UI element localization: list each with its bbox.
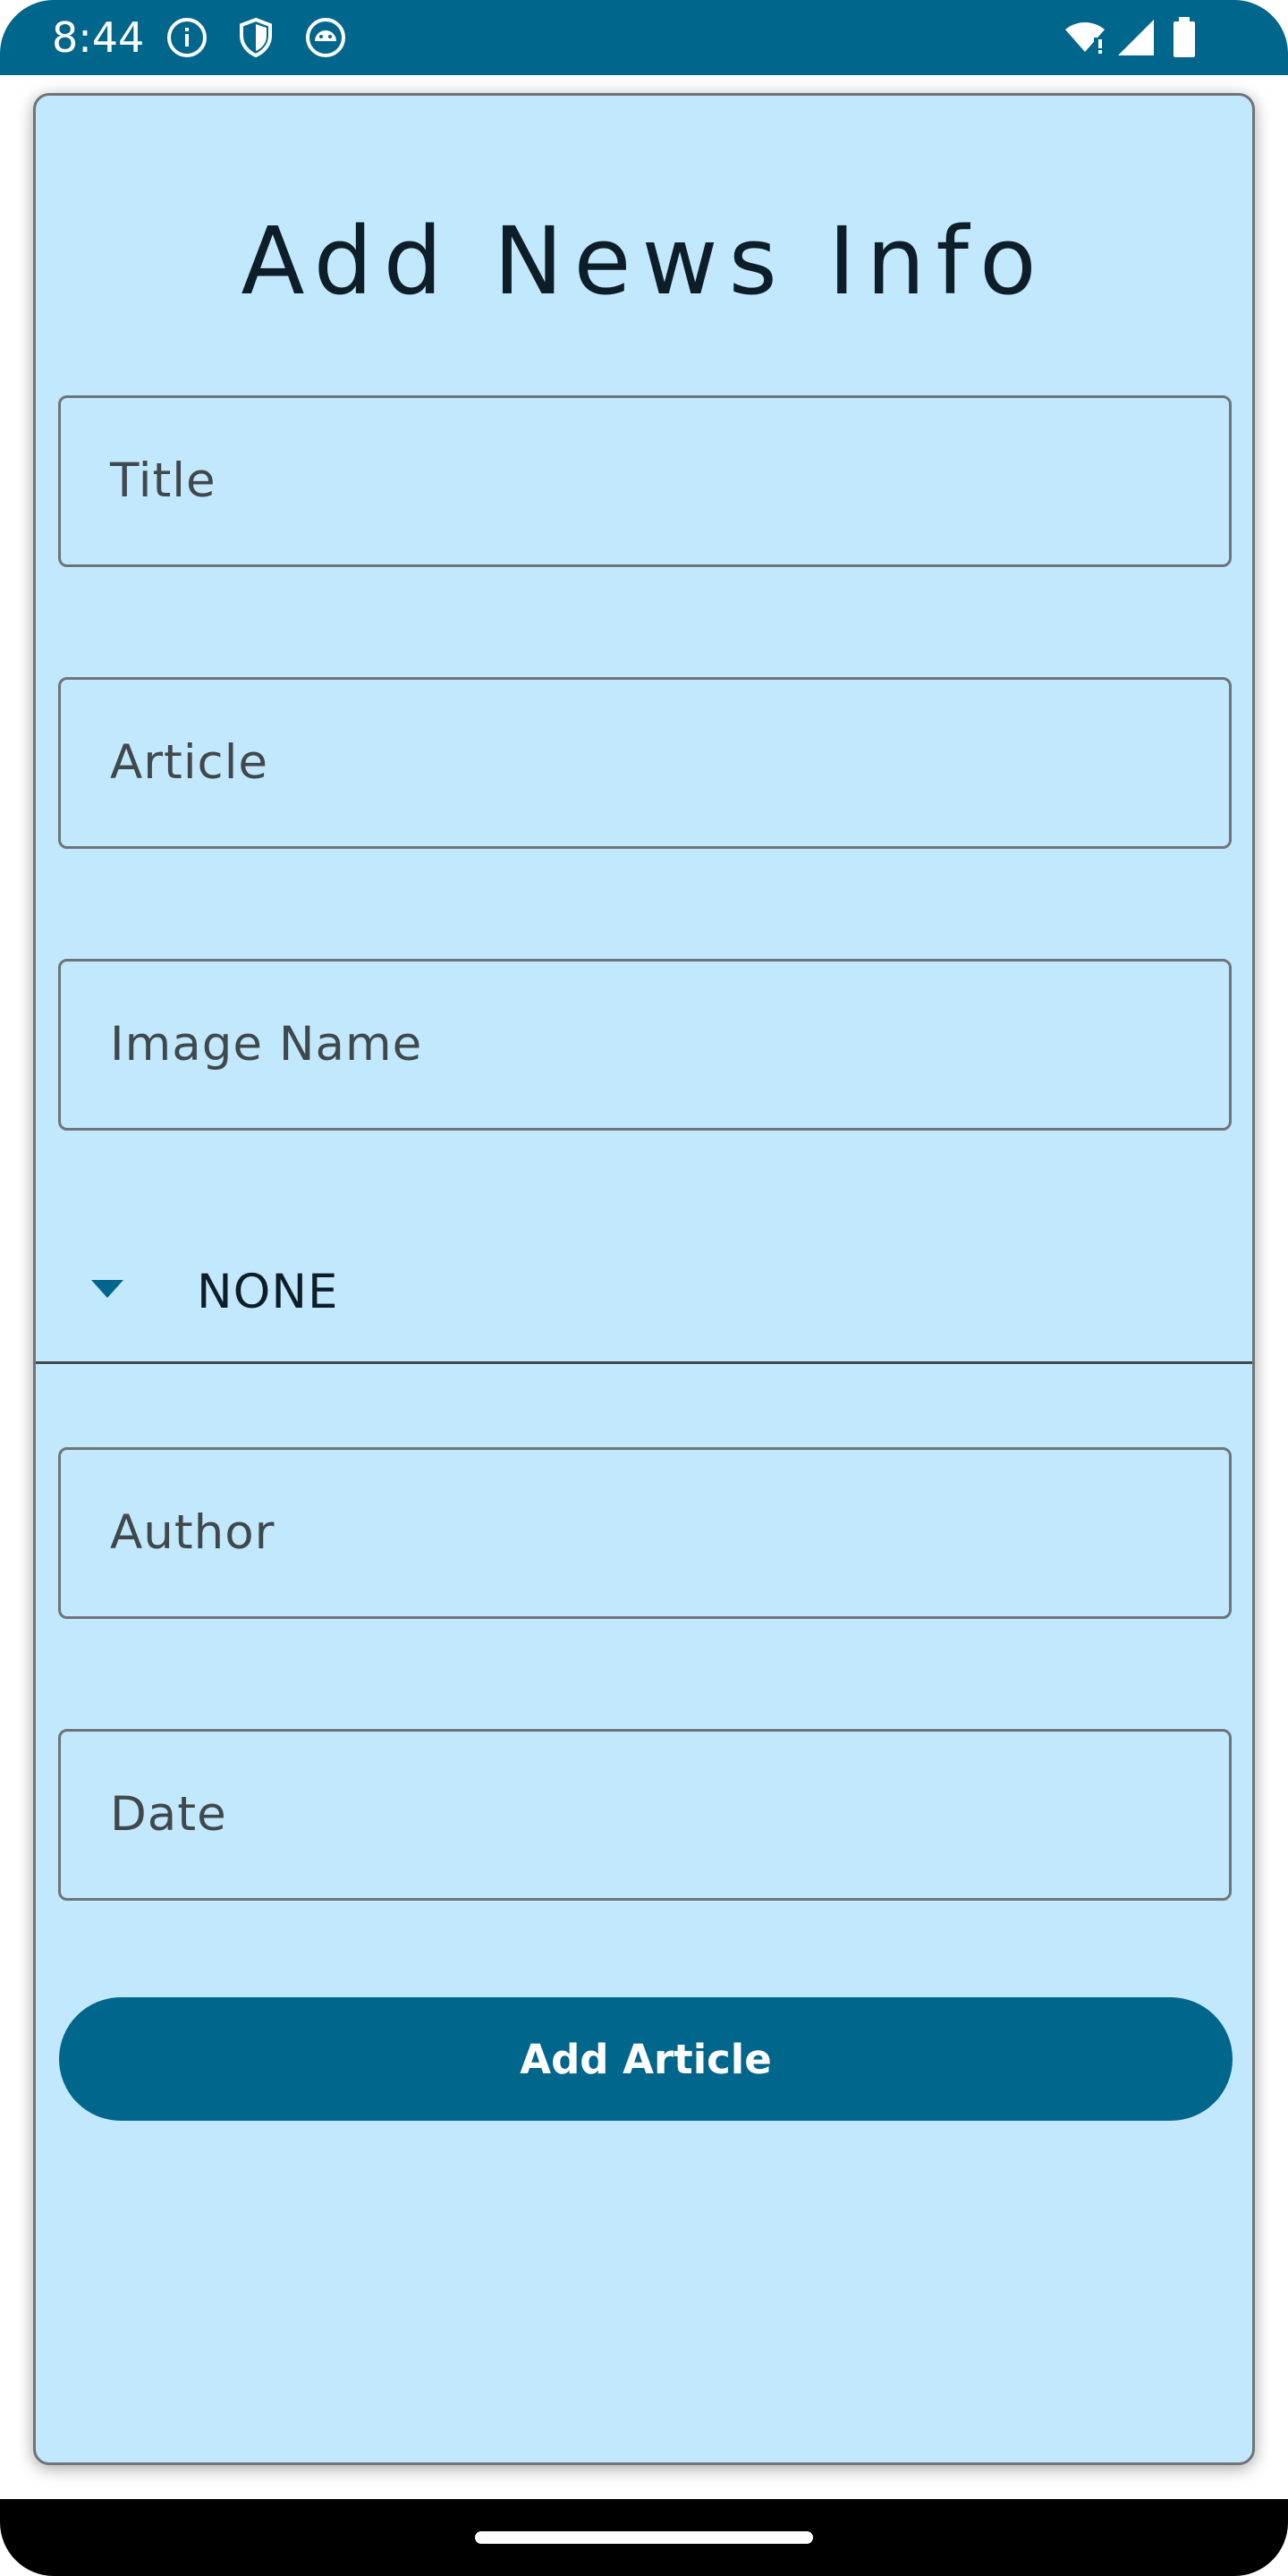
author-field[interactable]: Author [58, 1447, 1232, 1619]
date-field-label: Date [110, 1787, 227, 1842]
image-name-field[interactable]: Image Name [58, 959, 1232, 1131]
page-title: Add News Info [241, 207, 1047, 316]
add-news-card: Add News Info Title Article Image Name N… [33, 93, 1255, 2465]
article-field[interactable]: Article [58, 677, 1232, 849]
image-name-field-label: Image Name [110, 1017, 423, 1072]
battery-icon [1166, 16, 1202, 59]
wifi-icon [1061, 16, 1109, 59]
home-gesture-handle[interactable] [475, 2531, 813, 2544]
title-field[interactable]: Title [58, 395, 1232, 567]
article-field-label: Article [110, 735, 269, 790]
android-debug-icon [304, 16, 347, 59]
shield-icon [234, 16, 277, 59]
status-time: 8:44 [52, 13, 145, 62]
dropdown-selected-value: NONE [197, 1265, 339, 1319]
info-icon [165, 16, 208, 59]
date-field[interactable]: Date [58, 1729, 1232, 1901]
status-bar: 8:44 [0, 0, 1288, 75]
author-field-label: Author [110, 1505, 275, 1560]
category-dropdown[interactable]: NONE [36, 1185, 1252, 1364]
add-article-button[interactable]: Add Article [59, 1997, 1233, 2121]
arrow-drop-down-icon [91, 1280, 123, 1298]
cell-signal-icon [1114, 16, 1157, 59]
title-field-label: Title [110, 453, 216, 508]
